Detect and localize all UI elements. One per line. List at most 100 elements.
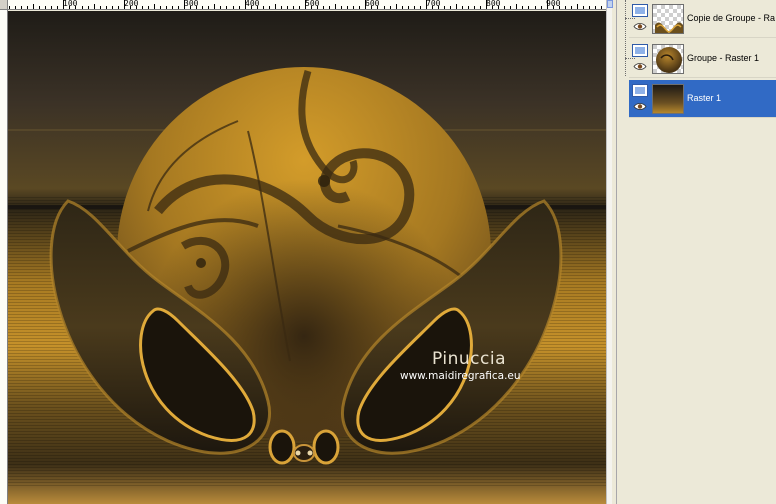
ruler-tick: [383, 6, 385, 9]
ruler-tick: [286, 6, 288, 9]
ruler-tick: [99, 6, 101, 9]
scrollbar-thumb[interactable]: [607, 0, 613, 8]
ruler-tick: [39, 6, 41, 9]
layer-name: Copie de Groupe - Ra: [687, 13, 776, 23]
ruler-tick: [341, 6, 343, 9]
layer-row-groupe-raster-1[interactable]: Groupe - Raster 1: [629, 40, 776, 78]
raster-layer-icon: [632, 83, 648, 97]
ruler-tick: [323, 6, 325, 9]
ruler-tick: [504, 6, 506, 9]
ruler-tick: [582, 6, 584, 9]
ruler-tick: [528, 6, 530, 9]
ruler-tick: [81, 6, 83, 9]
ruler-tick: [413, 6, 415, 9]
ruler-tick: [576, 4, 578, 9]
raster-layer-icon: [632, 3, 648, 17]
ruler-tick: [33, 4, 35, 9]
ruler-tick: [238, 6, 240, 9]
ruler-tick: [534, 6, 536, 9]
ruler-tick: [27, 6, 29, 9]
ruler-tick: [208, 6, 210, 9]
vertical-ruler[interactable]: [0, 10, 8, 504]
ruler-tick: [329, 6, 331, 9]
ruler-tick: [214, 4, 216, 9]
watermark-title: Pinuccia: [432, 349, 506, 369]
ruler-tick: [462, 6, 464, 9]
ruler-tick: [419, 6, 421, 9]
layer-name: Groupe - Raster 1: [687, 53, 760, 63]
ruler-tick: [87, 6, 89, 9]
ruler-tick: [105, 6, 107, 9]
ruler-tick: [111, 6, 113, 9]
ruler-tick: [280, 6, 282, 9]
layer-thumbnail: [652, 43, 684, 74]
ruler-tick: [570, 6, 572, 9]
ruler-tick: [594, 6, 596, 9]
ruler-tick: [443, 6, 445, 9]
ruler-corner: [0, 0, 8, 10]
ruler-tick: [449, 6, 451, 9]
watermark-url: www.maidiregrafica.eu: [400, 370, 521, 382]
ruler-tick: [480, 6, 482, 9]
layer-row-raster-1[interactable]: Raster 1: [629, 80, 776, 118]
layer-thumbnail: [652, 83, 684, 114]
ruler-label: 100: [63, 0, 78, 8]
ruler-tick: [474, 6, 476, 9]
ruler-label: 900: [546, 0, 561, 8]
ruler-tick: [516, 4, 518, 9]
image-canvas[interactable]: Pinuccia www.maidiregrafica.eu: [8, 11, 606, 504]
ruler-tick: [232, 6, 234, 9]
layers-palette: Copie de Groupe - Ra Groupe - Raster 1 R…: [616, 0, 776, 504]
ruler-tick: [51, 6, 53, 9]
ruler-tick: [178, 6, 180, 9]
ruler-tick: [154, 4, 155, 9]
ruler-label: 400: [245, 0, 260, 8]
ruler-tick: [21, 6, 23, 9]
ruler-tick: [9, 6, 11, 9]
vertical-scrollbar[interactable]: [606, 0, 613, 504]
ruler-tick: [347, 6, 349, 9]
ruler-tick: [15, 6, 17, 9]
ruler-tick: [588, 6, 590, 9]
raster-layer-icon: [632, 43, 648, 57]
ruler-tick: [202, 6, 204, 9]
ruler-tick: [45, 6, 47, 9]
ruler-tick: [292, 6, 294, 9]
ruler-tick: [141, 6, 143, 9]
ruler-tick: [564, 6, 566, 9]
visibility-eye-icon[interactable]: [633, 102, 647, 111]
ruler-tick: [147, 6, 149, 9]
ruler-tick: [220, 6, 222, 9]
artwork: Pinuccia www.maidiregrafica.eu: [8, 11, 606, 504]
group-tree-line: [625, 0, 626, 76]
layer-thumbnail: [652, 3, 684, 34]
visibility-eye-icon[interactable]: [633, 22, 647, 31]
ruler-tick: [600, 6, 602, 9]
ruler-tick: [57, 6, 59, 9]
ruler-label: 500: [305, 0, 320, 8]
ruler-label: 700: [426, 0, 441, 8]
ruler-tick: [468, 6, 470, 9]
ruler-tick: [407, 6, 409, 9]
ruler-tick: [274, 4, 276, 9]
ruler-tick: [510, 6, 512, 9]
ruler-label: 600: [365, 0, 380, 8]
ruler-label: 300: [184, 0, 199, 8]
ruler-tick: [226, 6, 228, 9]
horizontal-ruler[interactable]: 100 200 300 400 500 600 700 800 900: [8, 0, 606, 10]
layer-row-copie-de-groupe[interactable]: Copie de Groupe - Ra: [629, 0, 776, 38]
ruler-tick: [93, 4, 95, 9]
ruler-tick: [522, 6, 524, 9]
ruler-tick: [359, 6, 361, 9]
ruler-tick: [395, 4, 397, 9]
ruler-tick: [268, 6, 270, 9]
visibility-eye-icon[interactable]: [633, 62, 647, 71]
ruler-tick: [401, 6, 403, 9]
ruler-tick: [353, 6, 355, 9]
ruler-tick: [262, 6, 264, 9]
ruler-label: 200: [124, 0, 139, 8]
ruler-tick: [117, 6, 119, 9]
ruler-tick: [298, 6, 300, 9]
ruler-tick: [335, 4, 337, 9]
canvas-window: 100 200 300 400 500 600 700 800 900 Pinu…: [0, 0, 613, 504]
